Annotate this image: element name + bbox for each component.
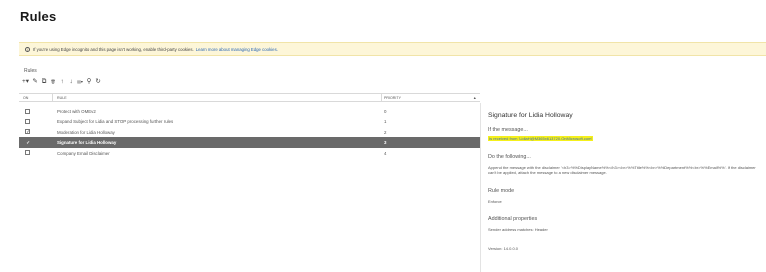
move-up-icon[interactable]: ↑: [59, 78, 65, 86]
more-icon[interactable]: ▤▾: [77, 78, 83, 86]
rules-toolbar: +▾ ✎ ⧉ 🗑 ↑ ↓ ▤▾ ⚲ ↻: [22, 77, 101, 87]
additional-properties-heading: Additional properties: [488, 216, 538, 222]
cookies-help-link[interactable]: Learn more about managing Edge cookies.: [196, 47, 278, 52]
rules-list: Protect with OMEv2 0 Expand Subject for …: [19, 106, 480, 158]
rule-details-pane: Signature for Lidia Holloway If the mess…: [480, 103, 766, 272]
search-icon[interactable]: ⚲: [86, 78, 92, 86]
refresh-icon[interactable]: ↻: [95, 78, 101, 86]
table-row[interactable]: Protect with OMEv2 0: [19, 106, 480, 116]
rule-name: Moderation for Lidia Holloway: [57, 129, 115, 135]
version-text: Version: 14.0.0.0: [488, 246, 519, 251]
condition-text: Is received from 'LidiaH@M365x613720.OnM…: [488, 136, 594, 141]
move-down-icon[interactable]: ↓: [68, 78, 74, 86]
copy-icon[interactable]: ⧉: [41, 78, 47, 86]
table-row-selected[interactable]: Signature for Lidia Holloway 3: [19, 137, 480, 148]
rule-name: Company Email Disclaimer: [57, 150, 110, 156]
rule-priority: 4: [384, 150, 387, 156]
additional-properties-value: Sender address matches: Header: [488, 227, 548, 232]
condition-line: Is received from 'LidiaH@M365x613720.OnM…: [488, 136, 758, 141]
rules-grid-header: ON RULE PRIORITY ▲: [19, 93, 480, 102]
rule-name: Protect with OMEv2: [57, 109, 96, 114]
rule-mode-value: Enforce: [488, 199, 502, 204]
rule-mode-heading: Rule mode: [488, 188, 515, 194]
rule-priority: 0: [384, 109, 387, 114]
edit-icon[interactable]: ✎: [32, 78, 38, 86]
info-icon: i: [25, 46, 30, 52]
column-divider: [52, 93, 53, 102]
rule-enabled-checkbox[interactable]: [25, 150, 30, 156]
column-rule[interactable]: RULE: [57, 96, 67, 100]
sort-ascending-icon[interactable]: ▲: [473, 96, 477, 100]
cookie-warning-banner: i If you're using Edge incognito and thi…: [19, 42, 766, 56]
rule-enabled-checkbox[interactable]: [25, 129, 30, 135]
column-divider: [381, 93, 382, 102]
rule-enabled-checkbox[interactable]: [25, 140, 30, 146]
rules-section-label: Rules: [24, 68, 37, 74]
table-row[interactable]: Company Email Disclaimer 4: [19, 148, 480, 158]
rule-enabled-checkbox[interactable]: [25, 118, 30, 124]
delete-icon[interactable]: 🗑: [50, 78, 56, 86]
rule-enabled-checkbox[interactable]: [25, 108, 30, 114]
banner-message: If you're using Edge incognito and this …: [33, 46, 194, 52]
column-priority[interactable]: PRIORITY: [384, 96, 401, 100]
add-icon[interactable]: +▾: [22, 78, 29, 86]
action-heading: Do the following...: [488, 154, 531, 160]
action-text: Append the message with the disclaimer '…: [488, 165, 756, 176]
table-row[interactable]: Moderation for Lidia Holloway 2: [19, 127, 480, 137]
rule-name: Expand Subject for Lidia and STOP proces…: [57, 119, 174, 125]
column-on[interactable]: ON: [23, 96, 28, 100]
rule-priority: 1: [384, 119, 387, 125]
rule-details-title: Signature for Lidia Holloway: [488, 112, 573, 119]
rule-name: Signature for Lidia Holloway: [57, 140, 117, 146]
table-row[interactable]: Expand Subject for Lidia and STOP proces…: [19, 116, 480, 126]
condition-heading: If the message...: [488, 127, 528, 133]
rule-priority: 2: [384, 129, 387, 135]
page-title: Rules: [20, 9, 57, 24]
rule-priority: 3: [384, 140, 387, 146]
